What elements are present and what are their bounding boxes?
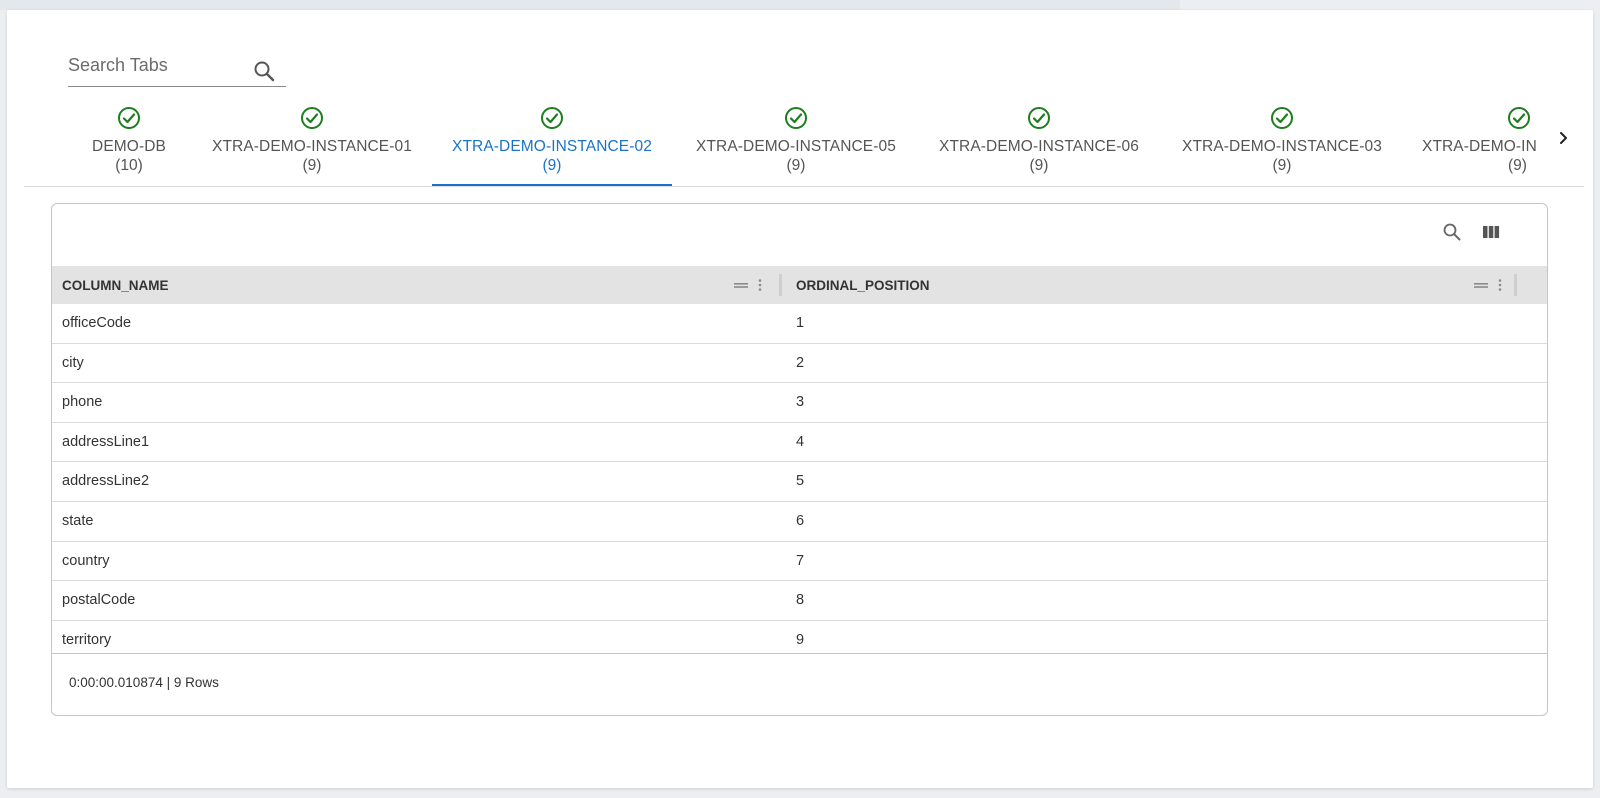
tab-xtra-demo-instance-partial[interactable]: XTRA-DEMO-IN (9) bbox=[1422, 94, 1550, 186]
column-header-label: COLUMN_NAME bbox=[62, 277, 169, 293]
instance-tabs: DEMO-DB (10) XTRA-DEMO-INSTANCE-01 (9) X… bbox=[24, 94, 1584, 187]
search-tabs-input[interactable] bbox=[68, 52, 248, 78]
tab-xtra-demo-instance-01[interactable]: XTRA-DEMO-INSTANCE-01 (9) bbox=[192, 94, 432, 186]
table-row[interactable]: addressLine1 4 bbox=[52, 423, 1547, 463]
grid-header-row: COLUMN_NAME ORDINAL_POSITION bbox=[52, 266, 1547, 304]
tab-label: XTRA-DEMO-INSTANCE-02 bbox=[452, 138, 652, 155]
table-row[interactable]: country 7 bbox=[52, 542, 1547, 582]
cell-column-name: officeCode bbox=[62, 315, 132, 331]
grid-footer: 0:00:00.010874 | 9 Rows bbox=[52, 653, 1547, 715]
column-header-column-name[interactable]: COLUMN_NAME bbox=[52, 266, 779, 304]
column-header-label: ORDINAL_POSITION bbox=[796, 277, 930, 293]
drag-handle-icon bbox=[1474, 283, 1488, 288]
tab-xtra-demo-instance-06[interactable]: XTRA-DEMO-INSTANCE-06 (9) bbox=[919, 94, 1159, 186]
tab-label: XTRA-DEMO-INSTANCE-03 bbox=[1182, 138, 1382, 155]
cell-ordinal-position: 4 bbox=[796, 433, 805, 450]
check-circle-icon bbox=[785, 107, 807, 129]
column-header-ordinal-position[interactable]: ORDINAL_POSITION bbox=[786, 266, 1513, 304]
cell-ordinal-position: 1 bbox=[796, 315, 805, 331]
tab-count: (9) bbox=[1508, 157, 1527, 174]
table-row[interactable]: addressLine2 5 bbox=[52, 462, 1547, 502]
check-circle-icon bbox=[301, 107, 323, 129]
cell-column-name: phone bbox=[62, 394, 103, 411]
tab-count: (9) bbox=[1272, 157, 1292, 174]
column-menu-icons[interactable] bbox=[1474, 277, 1508, 293]
check-circle-icon bbox=[541, 107, 563, 129]
column-resize-handle[interactable] bbox=[1514, 274, 1517, 296]
grid-search-icon[interactable] bbox=[1441, 221, 1463, 243]
tab-xtra-demo-instance-03[interactable]: XTRA-DEMO-INSTANCE-03 (9) bbox=[1162, 94, 1402, 186]
tab-xtra-demo-instance-05[interactable]: XTRA-DEMO-INSTANCE-05 (9) bbox=[676, 94, 916, 186]
more-vert-icon bbox=[758, 279, 762, 291]
drag-handle-icon bbox=[734, 283, 748, 288]
chevron-right-icon bbox=[1560, 132, 1567, 144]
tab-count: (9) bbox=[786, 157, 806, 174]
column-resize-handle[interactable] bbox=[779, 274, 782, 296]
grid-body: officeCode 1 city 2 phone 3 addressLine1… bbox=[52, 304, 1547, 659]
results-grid: COLUMN_NAME ORDINAL_POSITION officeCode … bbox=[51, 203, 1548, 716]
cell-column-name: addressLine1 bbox=[62, 433, 150, 450]
tab-label: DEMO-DB bbox=[92, 138, 166, 155]
cell-column-name: addressLine2 bbox=[62, 473, 150, 490]
cell-column-name: city bbox=[62, 354, 84, 371]
table-row[interactable]: officeCode 1 bbox=[52, 304, 1547, 344]
cell-ordinal-position: 3 bbox=[796, 394, 805, 411]
tab-count: (9) bbox=[542, 157, 562, 174]
tabs-scroll-right-button[interactable] bbox=[1554, 126, 1574, 150]
cell-ordinal-position: 8 bbox=[796, 592, 805, 609]
cell-ordinal-position: 5 bbox=[796, 473, 805, 490]
tab-label: XTRA-DEMO-INSTANCE-06 bbox=[939, 138, 1139, 155]
search-icon[interactable] bbox=[252, 59, 276, 83]
tab-label: XTRA-DEMO-INSTANCE-05 bbox=[696, 138, 896, 155]
cell-ordinal-position: 6 bbox=[796, 512, 805, 529]
tab-count: (9) bbox=[302, 157, 322, 174]
query-stats: 0:00:00.010874 | 9 Rows bbox=[69, 675, 219, 690]
tab-label: XTRA-DEMO-INSTANCE-01 bbox=[212, 138, 412, 155]
cell-ordinal-position: 2 bbox=[796, 354, 805, 371]
top-strip bbox=[0, 0, 1180, 10]
cell-column-name: state bbox=[62, 512, 94, 529]
check-circle-icon bbox=[118, 107, 140, 129]
table-row[interactable]: postalCode 8 bbox=[52, 581, 1547, 621]
check-circle-icon bbox=[1271, 107, 1293, 129]
check-circle-icon bbox=[1028, 107, 1050, 129]
table-row[interactable]: phone 3 bbox=[52, 383, 1547, 423]
table-row[interactable]: state 6 bbox=[52, 502, 1547, 542]
column-menu-icons[interactable] bbox=[734, 277, 768, 293]
search-tabs-field[interactable] bbox=[68, 46, 286, 87]
table-row[interactable]: city 2 bbox=[52, 344, 1547, 384]
check-circle-icon bbox=[1508, 107, 1530, 129]
cell-column-name: postalCode bbox=[62, 592, 136, 609]
tab-xtra-demo-instance-02[interactable]: XTRA-DEMO-INSTANCE-02 (9) bbox=[432, 94, 672, 186]
more-vert-icon bbox=[1498, 279, 1502, 291]
cell-ordinal-position: 7 bbox=[796, 552, 805, 569]
cell-column-name: country bbox=[62, 552, 110, 569]
tab-label: XTRA-DEMO-IN bbox=[1422, 138, 1537, 155]
tab-demo-db[interactable]: DEMO-DB (10) bbox=[84, 94, 174, 186]
tab-count: (9) bbox=[1029, 157, 1049, 174]
results-card: DEMO-DB (10) XTRA-DEMO-INSTANCE-01 (9) X… bbox=[7, 10, 1593, 788]
tab-count: (10) bbox=[115, 157, 143, 174]
columns-icon[interactable] bbox=[1480, 221, 1502, 243]
